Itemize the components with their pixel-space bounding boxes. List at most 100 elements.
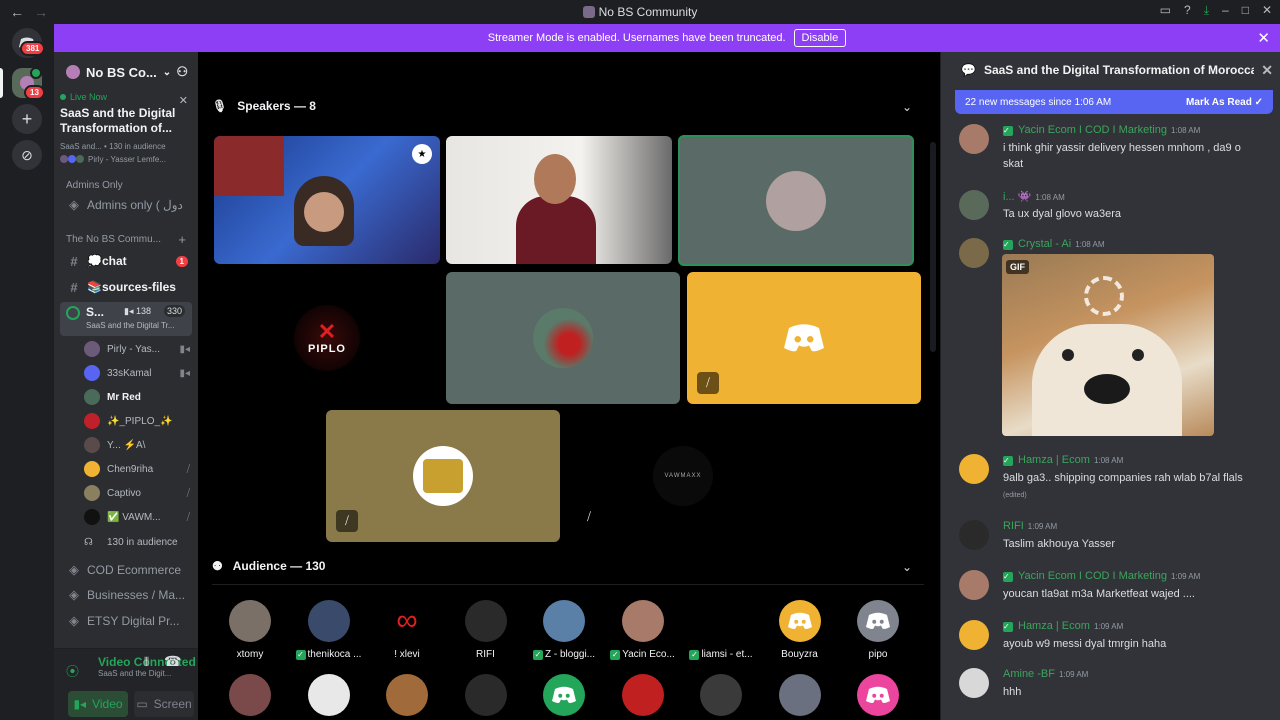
video-count-value: 138 xyxy=(135,306,152,316)
message-author[interactable]: Hamza | Ecom xyxy=(1018,454,1090,466)
stage-member[interactable]: Pirly - Yas... ▮◂ xyxy=(84,338,194,360)
speaker-tile-mr-red[interactable] xyxy=(446,272,680,404)
audience-people-icon: ⚉ xyxy=(212,559,223,573)
audience-member[interactable]: xtomy xyxy=(214,600,286,660)
message-author[interactable]: Amine -BF xyxy=(1003,668,1055,680)
audience-member[interactable] xyxy=(293,674,365,716)
message-author[interactable]: Yacin Ecom I COD I Marketing xyxy=(1018,124,1167,136)
audience-member[interactable]: ✓ Yacin Eco... xyxy=(607,600,679,660)
mark-as-read-button[interactable]: Mark As Read ✓ xyxy=(1186,97,1263,108)
server-header[interactable]: No BS Co... ⌄ ⚇ xyxy=(54,52,198,92)
stage-member[interactable]: Captivo ⧸ xyxy=(84,482,194,504)
channel-sources-files[interactable]: # 📚sources-files xyxy=(60,276,194,298)
discover-compass-icon[interactable]: ⊘ xyxy=(12,140,42,170)
channel-admins-only[interactable]: ◈ Admins only ( ﺩﻭﻝ xyxy=(60,194,194,216)
category-admins-only[interactable]: Admins Only xyxy=(60,180,194,190)
audience-count-row[interactable]: ☊ 130 in audience xyxy=(84,531,194,553)
audience-avatar xyxy=(229,600,271,642)
message-header: ✓ Hamza | Ecom 1:08 AM xyxy=(1003,454,1123,466)
corgi-gif-embed[interactable]: GIF xyxy=(1002,254,1214,436)
invite-people-icon[interactable]: ⚇ xyxy=(176,64,188,80)
back-arrow-icon[interactable]: ← xyxy=(10,4,24,20)
channel-businesses[interactable]: ◈ Businesses / Ma... xyxy=(60,584,194,606)
inbox-icon[interactable]: ▭ xyxy=(1160,3,1171,18)
audience-member[interactable] xyxy=(842,674,914,716)
new-messages-bar[interactable]: 22 new messages since 1:06 AM Mark As Re… xyxy=(955,90,1273,114)
category-community[interactable]: The No BS Commu... + xyxy=(60,228,194,250)
speaker-tile-2[interactable] xyxy=(446,136,672,264)
close-window-icon[interactable]: ✕ xyxy=(1262,3,1272,18)
message-body: hhh xyxy=(1003,686,1022,698)
stage-member[interactable]: Chen9riha ⧸ xyxy=(84,458,194,480)
help-icon[interactable]: ? xyxy=(1184,3,1191,18)
message-avatar[interactable] xyxy=(959,620,989,650)
audience-member[interactable]: Bouyzra xyxy=(764,600,836,660)
download-icon[interactable]: ⤓ xyxy=(1204,3,1209,18)
channel-cod-ecommerce[interactable]: ◈ COD Ecommerce xyxy=(60,559,194,581)
audience-member[interactable] xyxy=(764,674,836,716)
add-server-icon[interactable]: + xyxy=(12,104,42,134)
speaker-tile-chen9riha[interactable]: ⧸ xyxy=(687,272,921,404)
speaker-tile-captivo[interactable]: ⧸ xyxy=(326,410,560,542)
audience-member[interactable] xyxy=(685,674,757,716)
channel-etsy[interactable]: ◈ ETSY Digital Pr... xyxy=(60,610,194,632)
noise-suppression-icon[interactable]: ⫴ xyxy=(144,655,149,670)
audience-member[interactable] xyxy=(528,674,600,716)
stage-member[interactable]: ✨_PIPLO_✨ xyxy=(84,410,194,432)
audience-member[interactable] xyxy=(214,674,286,716)
member-name: ✨_PIPLO_✨ xyxy=(107,415,173,427)
live-stage-card[interactable]: Live Now ✕ SaaS and the Digital Transfor… xyxy=(60,92,192,182)
audience-member[interactable] xyxy=(450,674,522,716)
banner-close-icon[interactable]: ✕ xyxy=(1257,29,1270,47)
mark-as-read-label: Mark As Read xyxy=(1186,96,1252,108)
minimize-icon[interactable]: – xyxy=(1222,3,1229,18)
close-live-card-icon[interactable]: ✕ xyxy=(179,94,188,107)
close-chat-icon[interactable]: ✕ xyxy=(1261,62,1273,79)
message-author[interactable]: Yacin Ecom I COD I Marketing xyxy=(1018,570,1167,582)
stage-member[interactable]: Mr Red xyxy=(84,386,194,408)
speaker-tile-3[interactable] xyxy=(678,135,914,266)
audience-member[interactable]: pipo xyxy=(842,600,914,660)
channel-chat[interactable]: # 💭chat 1 xyxy=(60,250,194,272)
message-avatar[interactable] xyxy=(959,238,989,268)
message-author[interactable]: Hamza | Ecom xyxy=(1018,620,1090,632)
create-channel-icon[interactable]: + xyxy=(178,232,186,247)
stage-channel-icon: ◈ xyxy=(69,562,79,577)
speaker-tile-piplo[interactable]: ✕ PIPLO xyxy=(214,272,440,404)
message-author[interactable]: i... 👾 xyxy=(1003,191,1031,203)
collapse-audience-chevron-icon[interactable]: ⌄ xyxy=(902,560,912,574)
stage-member[interactable]: 33sKamal ▮◂ xyxy=(84,362,194,384)
stage-scrollbar[interactable] xyxy=(930,142,936,352)
disconnect-icon[interactable]: ☎ xyxy=(164,653,181,670)
message-avatar[interactable] xyxy=(959,668,989,698)
audience-avatar xyxy=(621,600,664,642)
message-author[interactable]: Crystal - Ai xyxy=(1018,238,1071,250)
speaker-avatar xyxy=(76,155,84,163)
stage-member[interactable]: ✅ VAWM... ⧸ xyxy=(84,506,194,528)
audience-member[interactable]: ✓ thenikoca ... xyxy=(293,600,365,660)
audience-member[interactable]: RIFI xyxy=(450,600,522,660)
message-avatar[interactable] xyxy=(959,124,989,154)
message-avatar[interactable] xyxy=(959,570,989,600)
message-avatar[interactable] xyxy=(959,190,989,220)
audience-member[interactable] xyxy=(371,674,443,716)
maximize-icon[interactable]: □ xyxy=(1242,3,1249,18)
disable-streamer-mode-button[interactable]: Disable xyxy=(793,29,847,47)
speaker-tile-vawmaxx[interactable]: VAWMAXX ⧸ xyxy=(566,410,800,542)
message-author[interactable]: RIFI xyxy=(1003,520,1024,532)
audience-member[interactable]: ✓ liamsi - et... xyxy=(685,600,757,660)
video-button[interactable]: ▮◂ Video xyxy=(68,691,128,717)
active-stage-channel[interactable]: S... ▮◂ 138 330 SaaS and the Digital Tr.… xyxy=(60,302,192,336)
stage-member[interactable]: Y... ⚡A\ xyxy=(84,434,194,456)
screen-share-button[interactable]: ▭ Screen xyxy=(134,691,194,717)
speaker-tile-pirly[interactable]: ★ xyxy=(214,136,440,264)
audience-member[interactable]: ∞ ! xlevi xyxy=(371,600,443,660)
member-name: ✅ VAWM... xyxy=(107,511,161,523)
audience-member[interactable] xyxy=(607,674,679,716)
message-avatar[interactable] xyxy=(959,520,989,550)
forward-arrow-icon[interactable]: → xyxy=(34,4,48,20)
message-avatar[interactable] xyxy=(959,454,989,484)
audience-member[interactable]: ✓ Z - bloggi... xyxy=(528,600,600,660)
muted-mic-icon: ⧸ xyxy=(186,463,190,475)
collapse-speakers-chevron-icon[interactable]: ⌄ xyxy=(902,100,912,114)
